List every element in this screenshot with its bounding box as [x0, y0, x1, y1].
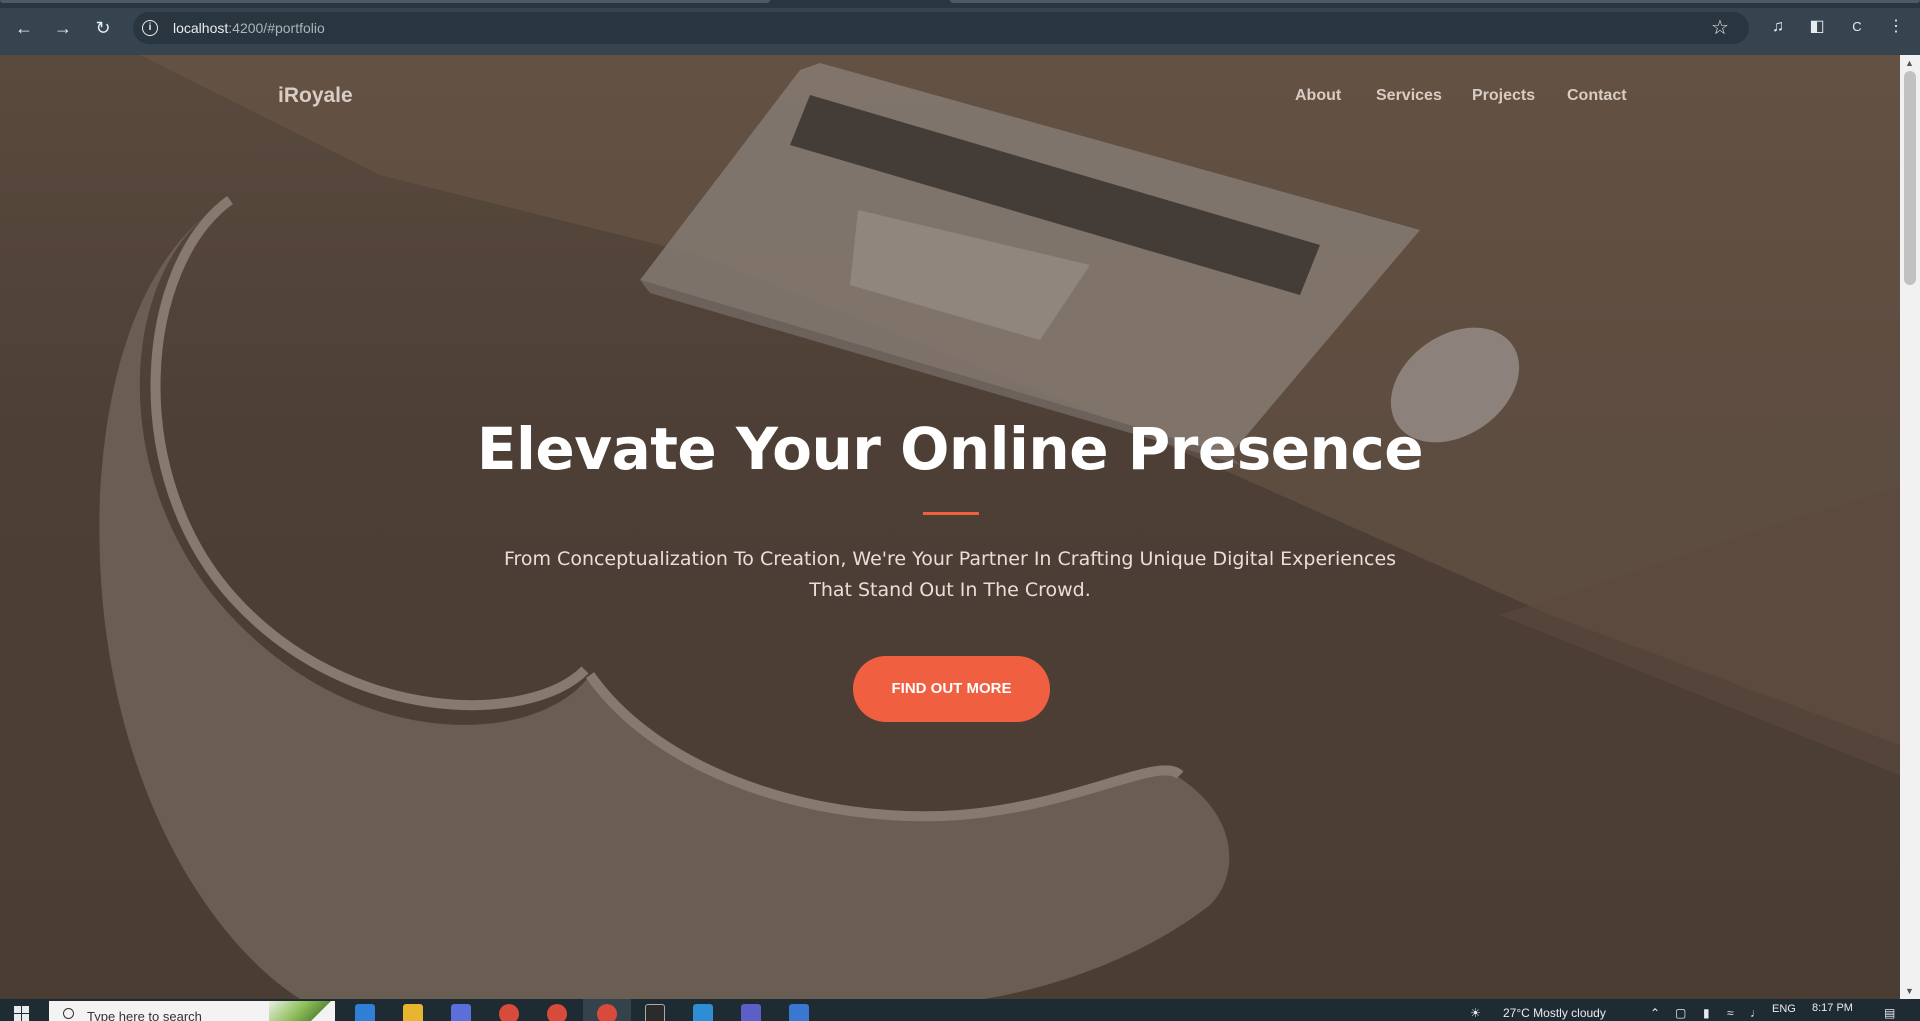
url-path: :4200/#portfolio	[228, 20, 325, 36]
scroll-up-icon[interactable]: ▲	[1905, 58, 1914, 68]
search-highlight-image	[269, 1001, 335, 1021]
media-icon[interactable]: ♫	[1767, 16, 1789, 38]
wifi-icon[interactable]: ≈	[1727, 1006, 1734, 1020]
nav-about[interactable]: About	[1295, 87, 1341, 105]
page-viewport: iRoyale About Services Projects Contact …	[0, 55, 1900, 999]
chevron-up-icon[interactable]: ⌃	[1650, 1006, 1660, 1020]
more-icon[interactable]: ⋮	[1885, 16, 1907, 38]
network-icon[interactable]: ▢	[1675, 1006, 1686, 1020]
file-explorer-icon[interactable]	[403, 1004, 423, 1021]
windows-taskbar: Type here to search ☀ 27°C Mostly cloudy…	[0, 999, 1920, 1021]
app-icon[interactable]	[789, 1004, 809, 1021]
taskbar-search-placeholder: Type here to search	[87, 1009, 202, 1021]
weather-text[interactable]: 27°C Mostly cloudy	[1503, 1006, 1606, 1020]
site-navbar: iRoyale About Services Projects Contact	[0, 55, 1900, 135]
side-panel-icon[interactable]: ◧	[1806, 16, 1828, 38]
vscode-icon[interactable]	[693, 1004, 713, 1021]
search-icon	[63, 1008, 74, 1019]
address-bar[interactable]	[133, 12, 1749, 44]
tab-edge	[950, 0, 1920, 3]
clock[interactable]: 8:17 PM	[1812, 1002, 1853, 1014]
hero-title: Elevate Your Online Presence	[476, 415, 1424, 483]
reload-icon[interactable]: ↻	[89, 14, 117, 42]
app-icon[interactable]	[355, 1004, 375, 1021]
url-host: localhost	[173, 20, 229, 36]
terminal-icon[interactable]	[645, 1004, 665, 1021]
teams-icon[interactable]	[741, 1004, 761, 1021]
tab-edge	[0, 0, 770, 3]
nav-projects[interactable]: Projects	[1472, 87, 1535, 105]
url-text[interactable]: localhost:4200/#portfolio	[173, 20, 325, 36]
nav-services[interactable]: Services	[1376, 87, 1442, 105]
nav-contact[interactable]: Contact	[1567, 87, 1627, 105]
brand-logo[interactable]: iRoyale	[278, 84, 353, 108]
hero-background-image	[99, 55, 1900, 999]
browser-toolbar: ← → ↻ i localhost:4200/#portfolio ☆ ♫ ◧ …	[0, 0, 1920, 55]
back-arrow-icon[interactable]: ←	[10, 14, 38, 42]
language-indicator[interactable]: ENG	[1772, 1003, 1796, 1015]
chrome-icon[interactable]	[547, 1004, 567, 1021]
scroll-thumb[interactable]	[1904, 71, 1916, 285]
find-out-more-button[interactable]: FIND OUT MORE	[853, 656, 1050, 722]
info-icon[interactable]: i	[142, 20, 158, 36]
star-icon[interactable]: ☆	[1711, 15, 1729, 40]
chrome-icon[interactable]	[597, 1004, 617, 1021]
hero-subtitle-line1: From Conceptualization To Creation, We'r…	[503, 548, 1397, 570]
app-icon[interactable]	[451, 1004, 471, 1021]
accent-divider	[923, 512, 979, 515]
hero-subtitle: From Conceptualization To Creation, We'r…	[500, 544, 1400, 606]
forward-arrow-icon[interactable]: →	[49, 14, 77, 42]
page-scrollbar[interactable]: ▲ ▼	[1900, 55, 1920, 999]
notifications-icon[interactable]: ▤	[1884, 1006, 1895, 1020]
chrome-icon[interactable]	[499, 1004, 519, 1021]
weather-icon[interactable]: ☀	[1470, 1006, 1481, 1020]
volume-icon[interactable]: ♩	[1750, 1006, 1762, 1020]
hero-subtitle-line2: That Stand Out In The Crowd.	[809, 579, 1091, 601]
scroll-down-icon[interactable]: ▼	[1905, 986, 1914, 996]
profile-avatar[interactable]: C	[1847, 17, 1867, 37]
battery-icon[interactable]: ▮	[1703, 1006, 1710, 1020]
windows-icon[interactable]	[14, 1006, 30, 1021]
taskbar-search[interactable]: Type here to search	[49, 1001, 335, 1021]
